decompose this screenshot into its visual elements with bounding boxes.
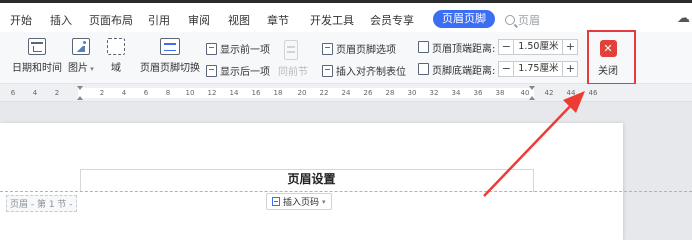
annotation-arrow [483,91,585,197]
arrow-line [483,97,579,197]
